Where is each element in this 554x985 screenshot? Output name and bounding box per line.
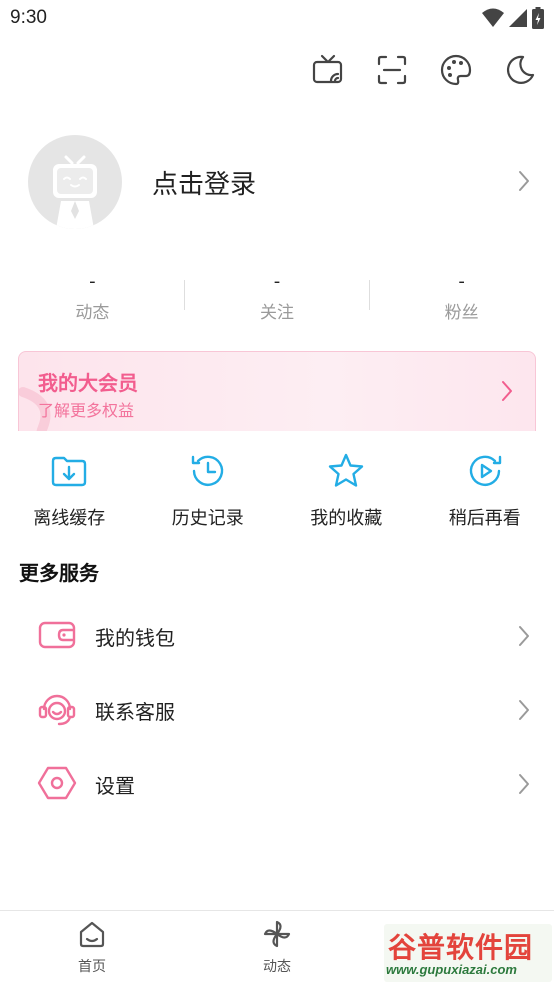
chevron-right-icon: [519, 171, 529, 191]
tab-label: 动态: [263, 959, 291, 975]
settings-icon: [37, 766, 77, 800]
avatar[interactable]: [28, 135, 122, 229]
battery-icon: [532, 7, 544, 29]
chevron-right-icon: [519, 774, 529, 794]
stat-following[interactable]: - 关注: [185, 268, 370, 328]
login-prompt[interactable]: 点击登录: [152, 164, 256, 201]
quick-label: 历史记录: [171, 508, 244, 529]
more-services-title: 更多服务: [19, 561, 99, 585]
chevron-right-icon: [519, 700, 529, 720]
service-label: 我的钱包: [95, 626, 175, 650]
service-label: 联系客服: [95, 700, 175, 724]
quick-label: 我的收藏: [310, 508, 383, 529]
chevron-right-icon: [502, 381, 512, 401]
watermark-logo: 谷普软件园 www.gupuxiazai.com: [384, 924, 552, 982]
divider: [184, 280, 185, 310]
signal-icon: [509, 9, 527, 27]
wallet-icon: [38, 621, 76, 649]
stat-fans[interactable]: - 粉丝: [369, 268, 554, 328]
main-card: 离线缓存 历史记录 我的收藏 稍后再看 更多服务 我的钱包 联系客服 设置: [0, 431, 554, 911]
stat-value: -: [273, 271, 281, 292]
service-customer-support[interactable]: 联系客服: [0, 679, 554, 739]
status-bar: 9:30: [0, 0, 554, 38]
home-icon: [79, 921, 105, 948]
tab-dynamics[interactable]: 动态: [232, 919, 322, 976]
vip-banner[interactable]: 我的大会员 了解更多权益: [18, 351, 536, 441]
login-row[interactable]: 点击登录: [28, 134, 538, 230]
quick-watch-later[interactable]: 稍后再看: [416, 451, 554, 531]
service-wallet[interactable]: 我的钱包: [0, 605, 554, 665]
stat-label: 动态: [75, 303, 110, 323]
vip-subtitle: 了解更多权益: [38, 401, 135, 420]
status-icons: [482, 7, 544, 29]
service-label: 设置: [95, 774, 135, 798]
default-avatar-icon: [53, 155, 97, 229]
tv-cast-icon[interactable]: [310, 52, 346, 88]
stat-label: 粉丝: [444, 303, 479, 323]
tab-label: 首页: [78, 959, 106, 975]
divider: [369, 280, 370, 310]
pinwheel-icon: [263, 920, 291, 948]
quick-label: 离线缓存: [33, 508, 106, 529]
watch-later-icon: [469, 455, 501, 486]
scan-icon[interactable]: [374, 52, 410, 88]
tab-home[interactable]: 首页: [47, 919, 137, 976]
quick-favorites[interactable]: 我的收藏: [277, 451, 416, 531]
stats-row: - 动态 - 关注 - 粉丝: [0, 268, 554, 328]
stat-value: -: [458, 271, 465, 292]
star-icon: [329, 453, 364, 487]
chevron-right-icon: [519, 626, 529, 646]
service-settings[interactable]: 设置: [0, 753, 554, 813]
palette-icon[interactable]: [438, 52, 474, 88]
quick-history[interactable]: 历史记录: [139, 451, 278, 531]
wifi-icon: [482, 8, 504, 27]
quick-offline-cache[interactable]: 离线缓存: [0, 451, 139, 531]
history-icon: [191, 455, 223, 486]
status-time: 9:30: [10, 7, 47, 28]
quick-label: 稍后再看: [448, 508, 521, 529]
download-folder-icon: [52, 456, 87, 487]
moon-icon[interactable]: [502, 52, 538, 88]
watermark-brand: 谷普软件园: [388, 931, 534, 964]
top-action-bar: [310, 52, 538, 88]
stat-label: 关注: [260, 303, 294, 323]
stat-value: -: [89, 271, 96, 292]
headset-icon: [38, 694, 76, 726]
quick-actions: 离线缓存 历史记录 我的收藏 稍后再看: [0, 451, 554, 531]
watermark-url: www.gupuxiazai.com: [386, 962, 517, 977]
stat-dynamics[interactable]: - 动态: [0, 268, 185, 328]
vip-title: 我的大会员: [38, 371, 138, 395]
